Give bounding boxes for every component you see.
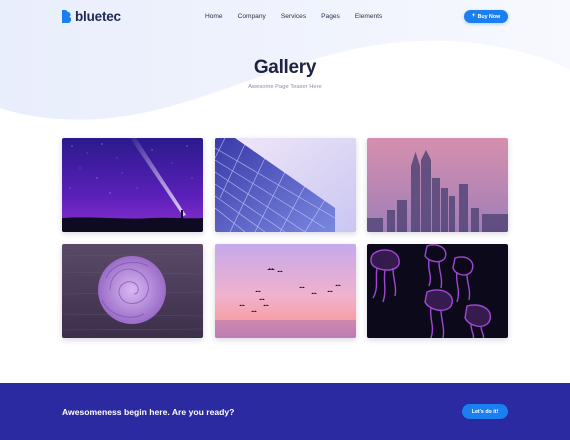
gallery-image-jellyfish[interactable] — [367, 244, 508, 338]
building-facade-image — [214, 138, 356, 232]
night-sky-image — [62, 138, 203, 232]
navbar: bluetec Home Company Services Pages Elem… — [0, 0, 570, 34]
gallery-image-rose[interactable] — [62, 244, 203, 338]
gallery-image-sunset[interactable] — [214, 244, 356, 338]
jellyfish-image — [367, 244, 508, 338]
buy-now-label: Buy Now — [477, 13, 501, 20]
plus-icon: + — [471, 12, 476, 20]
main-nav: Home Company Services Pages Elements — [205, 13, 382, 20]
nav-link-home[interactable]: Home — [205, 13, 223, 20]
purple-rose-image — [62, 244, 203, 338]
gallery-image-night-sky[interactable] — [62, 138, 203, 232]
city-skyline-image — [367, 138, 508, 232]
cta-text: Awesomeness begin here. Are you ready? — [62, 407, 235, 417]
page-subtitle: Awesome Page Teaser Here — [248, 84, 322, 90]
gallery-image-building[interactable] — [214, 138, 356, 232]
bluetec-logo-icon — [62, 10, 72, 23]
nav-link-company[interactable]: Company — [238, 13, 266, 20]
nav-link-services[interactable]: Services — [281, 13, 306, 20]
brand-name: bluetec — [75, 9, 121, 24]
nav-link-elements[interactable]: Elements — [355, 13, 383, 20]
sunset-birds-image — [214, 244, 356, 338]
brand-logo[interactable]: bluetec — [62, 9, 121, 24]
gallery-image-skyline[interactable] — [367, 138, 508, 232]
cta-button[interactable]: Let's do it! — [462, 404, 508, 419]
buy-now-button[interactable]: + Buy Now — [464, 10, 508, 23]
page-title: Gallery — [253, 57, 317, 78]
nav-link-pages[interactable]: Pages — [321, 13, 340, 20]
gallery-grid — [62, 138, 508, 338]
